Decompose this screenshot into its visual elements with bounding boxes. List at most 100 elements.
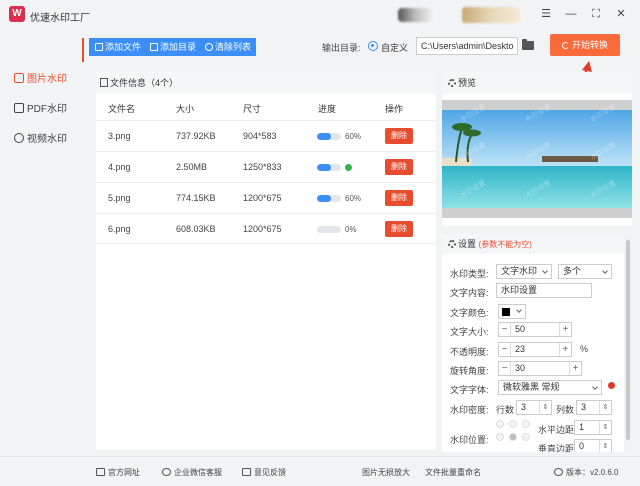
batch-rename-link[interactable]: 文件批量重命名 xyxy=(425,467,481,478)
sidebar-item-label: PDF水印 xyxy=(27,104,67,115)
loading-icon xyxy=(561,42,569,49)
output-dir-label: 输出目录: xyxy=(322,43,361,53)
delete-button[interactable]: 删除 xyxy=(385,128,413,144)
h-margin-stepper[interactable]: 1 ⇕ xyxy=(574,420,612,435)
table-row[interactable]: 4.png 2.50MB 1250*833 删除 xyxy=(96,151,436,182)
clear-icon xyxy=(205,43,213,51)
rotation-stepper[interactable]: −30 + xyxy=(498,361,582,376)
rotation-value: 30 xyxy=(515,363,526,373)
start-convert-label: 开始转换 xyxy=(571,40,608,50)
h-margin-value: 1 xyxy=(579,422,585,432)
clear-list-button[interactable]: 清除列表 xyxy=(201,38,256,56)
sidebar-item-pdf-watermark[interactable]: PDF水印 xyxy=(0,98,84,122)
lossless-upscale-link[interactable]: 图片无损放大 xyxy=(362,467,410,478)
decrement-button[interactable]: − xyxy=(499,362,511,375)
sidebar-active-indicator xyxy=(82,38,84,62)
watermark-type-value: 文字水印 xyxy=(501,266,538,276)
app-logo: W xyxy=(9,6,25,22)
font-value: 微软雅黑 常规 xyxy=(503,382,560,392)
close-icon[interactable]: ✕ xyxy=(612,6,630,22)
settings-scrollbar-thumb[interactable] xyxy=(626,240,630,440)
position-dot[interactable] xyxy=(509,420,517,428)
headset-icon xyxy=(162,468,171,476)
delete-button[interactable]: 删除 xyxy=(385,159,413,175)
increment-button[interactable]: + xyxy=(559,323,571,336)
color-swatch xyxy=(502,308,510,316)
watermark-type-select[interactable]: 文字水印 xyxy=(496,264,552,279)
cols-spin-button[interactable]: ⇕ xyxy=(599,401,611,414)
monitor-icon xyxy=(96,468,105,476)
position-dot[interactable] xyxy=(496,420,504,428)
settings-title: 设置 xyxy=(458,239,477,249)
position-dot[interactable] xyxy=(522,420,530,428)
cols-stepper[interactable]: 3 ⇕ xyxy=(576,400,612,415)
progress-text: 60% xyxy=(345,194,362,203)
add-file-button[interactable]: 添加文件 xyxy=(91,38,146,56)
increment-button[interactable]: + xyxy=(569,362,581,375)
position-dot-selected[interactable] xyxy=(509,433,517,441)
position-label: 水印位置: xyxy=(450,435,489,445)
feedback-link[interactable]: 意见反馈 xyxy=(242,467,286,478)
rotation-label: 旋转角度: xyxy=(450,366,489,376)
table-row[interactable]: 5.png 774.15KB 1200*675 60% 删除 xyxy=(96,182,436,213)
preview-header: 预览 xyxy=(442,72,632,94)
increment-button[interactable]: + xyxy=(559,343,571,356)
text-size-stepper[interactable]: −50 + xyxy=(498,322,572,337)
minimize-icon[interactable]: — xyxy=(562,6,580,22)
custom-output-radio[interactable] xyxy=(368,41,378,51)
file-size: 608.03KB xyxy=(176,224,216,234)
column-header-name: 文件名 xyxy=(108,104,136,114)
position-dot[interactable] xyxy=(522,433,530,441)
v-margin-value: 0 xyxy=(579,441,585,451)
sidebar-item-label: 图片水印 xyxy=(27,74,67,85)
font-label: 文字字体: xyxy=(450,385,489,395)
table-row[interactable]: 6.png 608.03KB 1200*675 0% 删除 xyxy=(96,213,436,244)
text-color-label: 文字颜色: xyxy=(450,308,489,318)
official-site-link[interactable]: 官方网址 xyxy=(96,467,140,478)
file-name: 6.png xyxy=(108,224,131,234)
decrement-button[interactable]: − xyxy=(499,323,511,336)
text-content-input[interactable]: 水印设置 xyxy=(496,283,592,298)
add-file-label: 添加文件 xyxy=(105,42,142,52)
user-avatar-blurred[interactable] xyxy=(398,8,432,22)
chevron-down-icon xyxy=(602,268,608,274)
output-path-input[interactable]: C:\Users\admin\Deskto xyxy=(416,37,518,55)
sidebar-item-image-watermark[interactable]: 图片水印 xyxy=(0,68,84,92)
document-icon xyxy=(100,78,108,87)
preview-image: 水印设置 水印设置 水印设置 水印设置 水印设置 水印设置 水印设置 水印设置 … xyxy=(442,100,632,218)
sidebar-item-video-watermark[interactable]: 视频水印 xyxy=(0,128,84,152)
opacity-stepper[interactable]: −23 + xyxy=(498,342,572,357)
start-convert-button[interactable]: 开始转换 xyxy=(550,34,620,56)
text-size-value: 50 xyxy=(515,324,526,334)
custom-output-label[interactable]: 自定义 xyxy=(381,41,408,54)
add-directory-button[interactable]: 添加目录 xyxy=(146,38,201,56)
font-select[interactable]: 微软雅黑 常规 xyxy=(498,380,602,395)
position-dot[interactable] xyxy=(496,433,504,441)
file-dimensions: 904*583 xyxy=(243,131,277,141)
column-header-dimensions: 尺寸 xyxy=(243,104,262,114)
browse-folder-icon[interactable] xyxy=(522,39,534,50)
text-color-picker[interactable] xyxy=(498,304,526,319)
delete-button[interactable]: 删除 xyxy=(385,190,413,206)
wechat-service-link[interactable]: 企业微信客服 xyxy=(162,467,222,478)
feedback-label: 意见反馈 xyxy=(254,468,286,477)
progress-text: 0% xyxy=(345,225,357,234)
progress-fill xyxy=(317,164,332,171)
gear-icon xyxy=(448,240,456,248)
menu-icon[interactable]: ☰ xyxy=(537,6,555,22)
maximize-icon[interactable]: ⛶ xyxy=(587,6,605,22)
file-info-header: 文件信息（4个） xyxy=(96,72,436,94)
settings-warning: (参数不能为空) xyxy=(478,240,532,249)
progress-bar xyxy=(317,195,341,202)
v-margin-stepper[interactable]: 0 ⇕ xyxy=(574,439,612,452)
watermark-layout-select[interactable]: 多个 xyxy=(558,264,612,279)
chevron-down-icon xyxy=(592,384,598,390)
delete-button[interactable]: 删除 xyxy=(385,221,413,237)
version-label: 版本： xyxy=(566,468,590,477)
h-margin-spin-button[interactable]: ⇕ xyxy=(599,421,611,434)
table-row[interactable]: 3.png 737.92KB 904*583 60% 删除 xyxy=(96,120,436,151)
rows-stepper[interactable]: 3 ⇕ xyxy=(516,400,552,415)
rows-spin-button[interactable]: ⇕ xyxy=(539,401,551,414)
decrement-button[interactable]: − xyxy=(499,343,511,356)
v-margin-spin-button[interactable]: ⇕ xyxy=(599,440,611,452)
